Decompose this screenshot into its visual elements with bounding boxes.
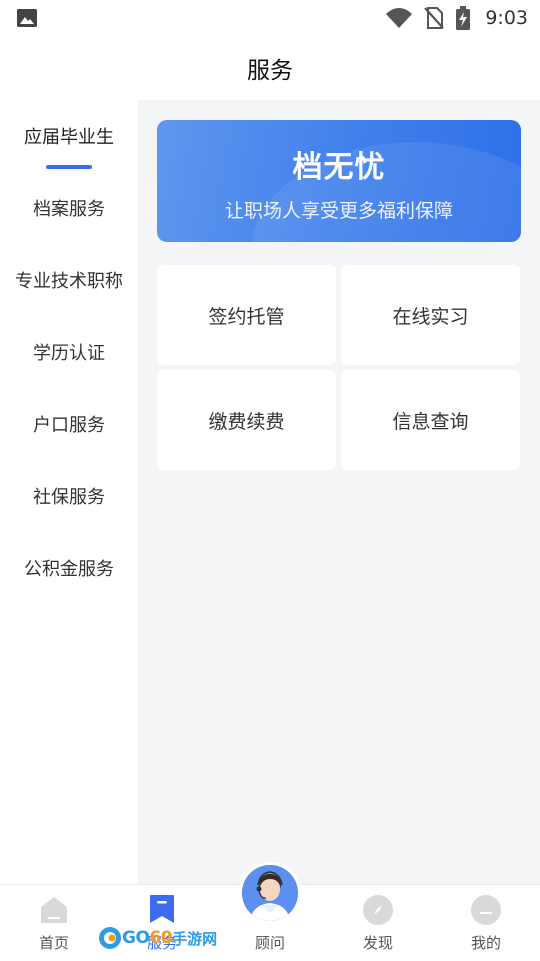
sidebar-item-label: 档案服务 xyxy=(33,199,105,220)
promo-banner[interactable]: 档无忧 让职场人享受更多福利保障 xyxy=(157,120,521,242)
consultant-avatar-button[interactable] xyxy=(239,862,301,924)
service-card-label: 签约托管 xyxy=(208,305,285,328)
watermark-logo: GO60 手游网 xyxy=(98,922,217,954)
service-card-payment-renewal[interactable]: 缴费续费 xyxy=(157,370,336,470)
sidebar-item-graduates[interactable]: 应届毕业生 xyxy=(0,100,138,172)
sidebar-item-housing-fund[interactable]: 公积金服务 xyxy=(0,532,138,604)
sidebar-item-label: 公积金服务 xyxy=(24,559,114,580)
logo-mark-icon xyxy=(99,927,121,949)
service-card-label: 缴费续费 xyxy=(208,410,285,433)
sidebar-item-degree-verification[interactable]: 学历认证 xyxy=(0,316,138,388)
status-time: 9:03 xyxy=(485,7,528,29)
title-bar: 服务 xyxy=(0,36,540,100)
active-indicator xyxy=(46,165,92,169)
sidebar: 应届毕业生 档案服务 专业技术职称 学历认证 户口服务 社保服务 公积金服务 xyxy=(0,100,138,884)
content-panel: 档无忧 让职场人享受更多福利保障 签约托管 在线实习 缴费续费 信息查询 xyxy=(138,100,540,884)
banner-subtitle: 让职场人享受更多福利保障 xyxy=(224,200,453,222)
banner-title: 档无忧 xyxy=(292,150,386,185)
sidebar-item-social-security[interactable]: 社保服务 xyxy=(0,460,138,532)
watermark-text: GO60 xyxy=(122,928,173,948)
sidebar-item-label: 应届毕业生 xyxy=(24,127,114,148)
no-sim-icon xyxy=(424,7,445,29)
tab-discover[interactable]: 发现 xyxy=(324,885,432,961)
service-card-contract-custody[interactable]: 签约托管 xyxy=(157,265,336,365)
service-card-label: 信息查询 xyxy=(392,410,469,433)
sidebar-item-household[interactable]: 户口服务 xyxy=(0,388,138,460)
home-icon xyxy=(41,897,67,923)
service-card-info-query[interactable]: 信息查询 xyxy=(341,370,520,470)
tab-home[interactable]: 首页 xyxy=(0,885,108,961)
sidebar-item-label: 专业技术职称 xyxy=(15,271,123,292)
bookmark-icon xyxy=(150,895,174,923)
sidebar-item-professional-title[interactable]: 专业技术职称 xyxy=(0,244,138,316)
status-bar: 9:03 xyxy=(0,0,540,36)
tab-label: 发现 xyxy=(362,934,393,952)
sidebar-item-label: 户口服务 xyxy=(33,415,105,436)
service-card-online-internship[interactable]: 在线实习 xyxy=(341,265,520,365)
consultant-avatar xyxy=(242,865,298,921)
sidebar-item-label: 学历认证 xyxy=(33,343,105,364)
battery-charging-icon xyxy=(456,6,471,30)
tab-label: 顾问 xyxy=(254,934,285,952)
service-card-label: 在线实习 xyxy=(392,305,469,328)
tab-profile[interactable]: 我的 xyxy=(432,885,540,961)
wifi-icon xyxy=(386,8,413,28)
status-icons: 9:03 xyxy=(385,4,528,32)
page-title: 服务 xyxy=(247,58,293,84)
sidebar-item-label: 社保服务 xyxy=(33,487,105,508)
tab-label: 首页 xyxy=(38,934,69,952)
service-grid: 签约托管 在线实习 缴费续费 信息查询 xyxy=(157,265,521,470)
watermark-cn-text: 手游网 xyxy=(172,929,218,948)
profile-icon xyxy=(471,895,501,925)
compass-icon xyxy=(363,895,393,925)
tab-label: 我的 xyxy=(470,934,501,952)
image-icon xyxy=(17,9,37,27)
sidebar-item-archives[interactable]: 档案服务 xyxy=(0,172,138,244)
